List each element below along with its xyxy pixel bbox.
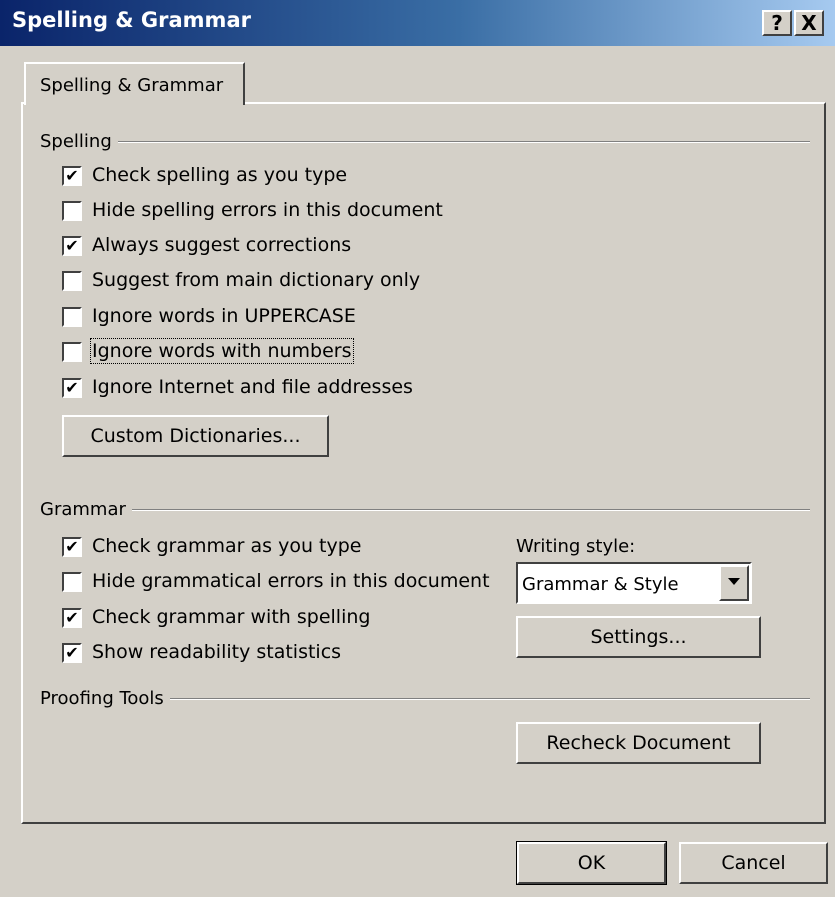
window-title: Spelling & Grammar bbox=[12, 8, 251, 32]
check-grammar-label[interactable]: Check grammar as you type bbox=[92, 535, 362, 557]
settings-label: Settings... bbox=[590, 626, 687, 648]
spelling-grammar-dialog: Spelling & Grammar ? X Spelling & Gramma… bbox=[0, 0, 835, 897]
ignore-numbers-checkbox[interactable] bbox=[62, 342, 82, 362]
hide-grammar-errors-label[interactable]: Hide grammatical errors in this document bbox=[92, 570, 490, 592]
ignore-internet-checkbox[interactable]: ✔ bbox=[62, 378, 82, 398]
hide-spelling-errors-label[interactable]: Hide spelling errors in this document bbox=[92, 199, 443, 221]
recheck-document-button[interactable]: Recheck Document bbox=[516, 722, 761, 764]
spelling-divider bbox=[40, 141, 810, 143]
check-spelling-checkbox[interactable]: ✔ bbox=[62, 166, 82, 186]
custom-dictionaries-label: Custom Dictionaries... bbox=[90, 425, 301, 447]
always-suggest-checkbox[interactable]: ✔ bbox=[62, 236, 82, 256]
cancel-label: Cancel bbox=[721, 852, 786, 874]
proofing-heading: Proofing Tools bbox=[40, 688, 170, 709]
ok-label: OK bbox=[577, 852, 606, 874]
tab-spelling-grammar[interactable]: Spelling & Grammar bbox=[24, 62, 245, 105]
chevron-down-icon bbox=[728, 578, 740, 585]
ignore-uppercase-label[interactable]: Ignore words in UPPERCASE bbox=[92, 305, 356, 327]
readability-stats-checkbox[interactable]: ✔ bbox=[62, 643, 82, 663]
ok-button[interactable]: OK bbox=[516, 841, 667, 885]
writing-style-value: Grammar & Style bbox=[522, 574, 679, 595]
writing-style-label: Writing style: bbox=[516, 536, 636, 557]
tab-label: Spelling & Grammar bbox=[40, 75, 224, 96]
ignore-numbers-label[interactable]: Ignore words with numbers bbox=[90, 338, 354, 364]
check-spelling-label[interactable]: Check spelling as you type bbox=[92, 164, 347, 186]
ignore-internet-label[interactable]: Ignore Internet and file addresses bbox=[92, 376, 413, 398]
hide-grammar-errors-checkbox[interactable] bbox=[62, 572, 82, 592]
grammar-heading: Grammar bbox=[40, 499, 132, 520]
grammar-with-spelling-label[interactable]: Check grammar with spelling bbox=[92, 606, 370, 628]
check-grammar-checkbox[interactable]: ✔ bbox=[62, 537, 82, 557]
cancel-button[interactable]: Cancel bbox=[679, 842, 828, 884]
hide-spelling-errors-checkbox[interactable] bbox=[62, 201, 82, 221]
recheck-document-label: Recheck Document bbox=[546, 732, 731, 754]
close-button[interactable]: X bbox=[794, 10, 824, 36]
grammar-with-spelling-checkbox[interactable]: ✔ bbox=[62, 608, 82, 628]
writing-style-dropdown-button[interactable] bbox=[719, 565, 749, 601]
settings-button[interactable]: Settings... bbox=[516, 616, 761, 658]
readability-stats-label[interactable]: Show readability statistics bbox=[92, 641, 341, 663]
ignore-uppercase-checkbox[interactable] bbox=[62, 307, 82, 327]
custom-dictionaries-button[interactable]: Custom Dictionaries... bbox=[62, 415, 329, 457]
writing-style-select[interactable]: Grammar & Style bbox=[516, 562, 752, 604]
main-dictionary-only-checkbox[interactable] bbox=[62, 271, 82, 291]
spelling-heading: Spelling bbox=[40, 131, 118, 152]
title-bar[interactable]: Spelling & Grammar ? X bbox=[0, 0, 835, 46]
main-dictionary-only-label[interactable]: Suggest from main dictionary only bbox=[92, 269, 420, 291]
help-button[interactable]: ? bbox=[762, 10, 792, 36]
grammar-divider bbox=[40, 509, 810, 511]
always-suggest-label[interactable]: Always suggest corrections bbox=[92, 234, 351, 256]
